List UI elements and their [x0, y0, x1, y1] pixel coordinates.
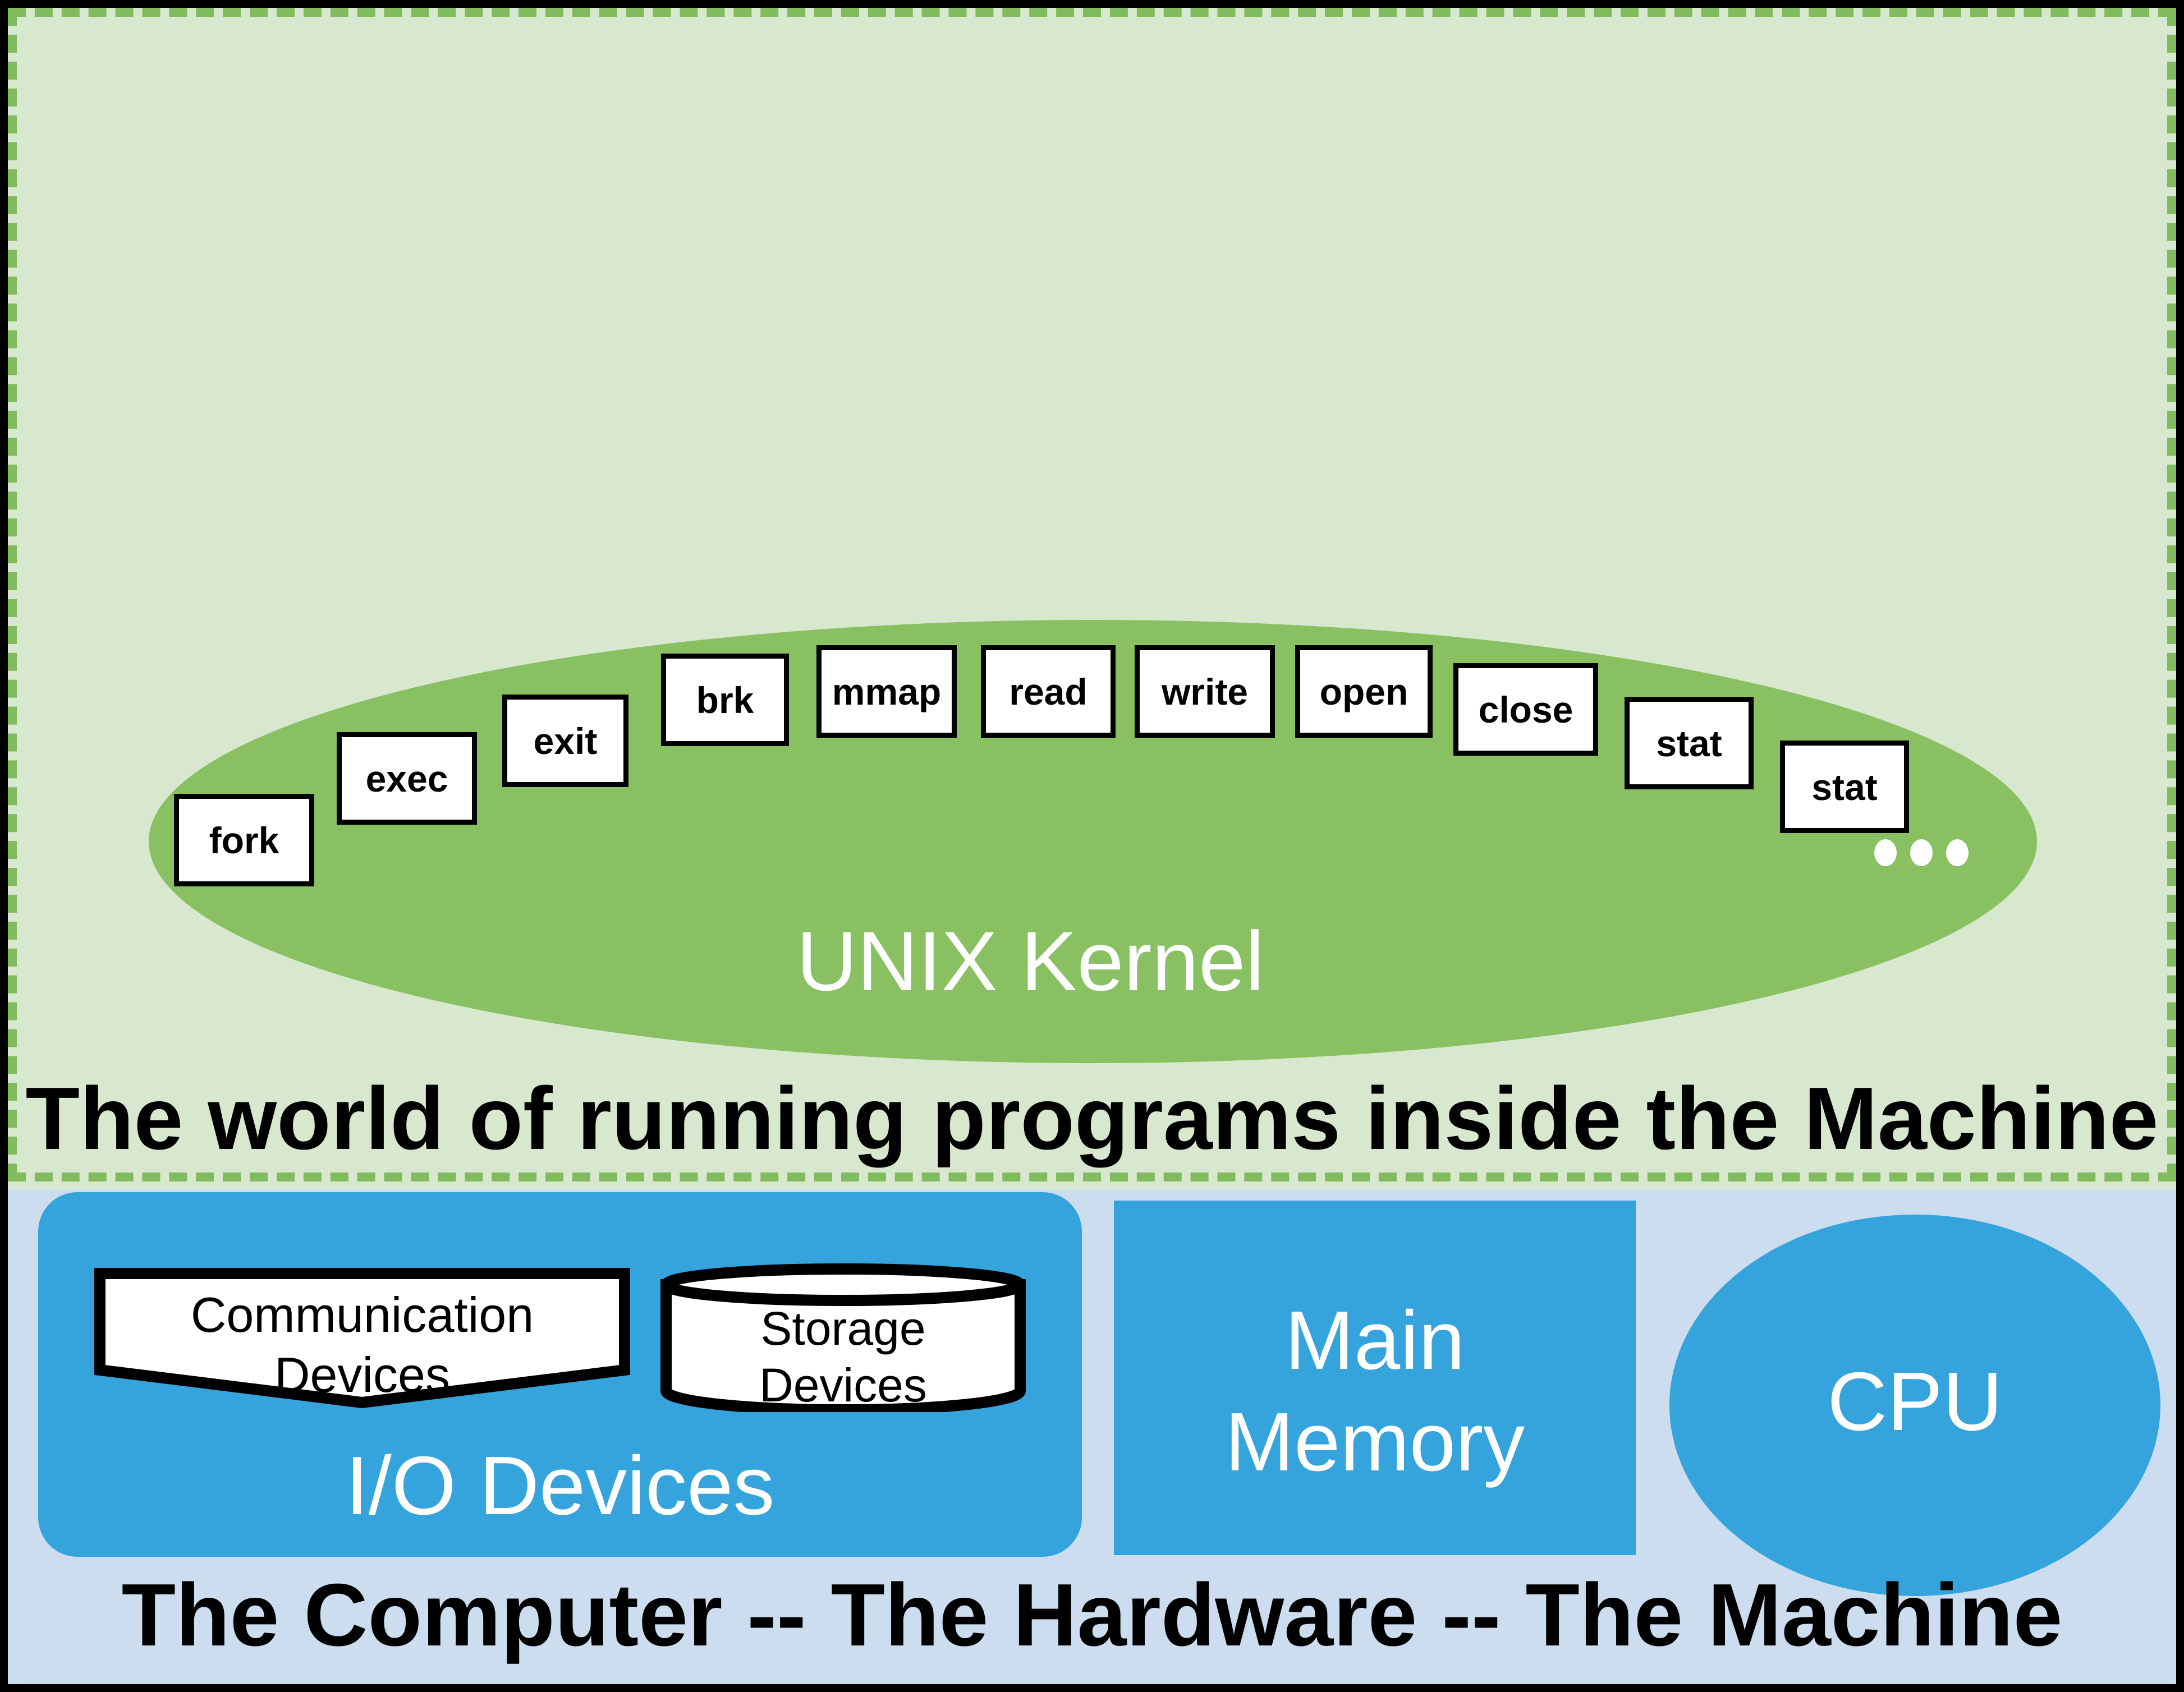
communication-devices-label-line2: Devices	[274, 1347, 450, 1403]
main-memory-label-line1: Main	[1284, 1294, 1465, 1387]
syscall-box-fork: fork	[174, 794, 314, 886]
main-memory-label-line2: Memory	[1224, 1395, 1525, 1488]
main-memory-label: Main Memory	[1114, 1290, 1636, 1493]
storage-devices-label-line1: Storage	[760, 1302, 926, 1355]
syscall-box-write: write	[1135, 645, 1275, 738]
communication-devices-label: Communication Devices	[94, 1285, 630, 1405]
syscall-box-stat: stat	[1625, 697, 1754, 789]
syscall-box-stat: stat	[1780, 741, 1909, 833]
io-devices-label: I/O Devices	[345, 1440, 775, 1532]
ellipsis-dots-icon	[1874, 836, 1986, 870]
storage-devices-label-line2: Devices	[759, 1358, 927, 1411]
cpu-label: CPU	[1827, 1355, 2003, 1448]
hardware-region-caption: The Computer -- The Hardware -- The Mach…	[121, 1566, 2063, 1665]
syscall-box-close: close	[1453, 663, 1598, 756]
syscall-box-read: read	[981, 645, 1116, 738]
syscall-box-exit: exit	[502, 695, 628, 787]
syscall-box-mmap: mmap	[816, 645, 957, 738]
software-region-caption: The world of running programs inside the…	[25, 1069, 2159, 1168]
diagram-root: UNIX Kernel fork exec exit brk mmap read write…	[0, 0, 2184, 1692]
software-region	[0, 0, 2184, 1189]
communication-devices-label-line1: Communication	[190, 1287, 534, 1342]
syscall-box-open: open	[1295, 645, 1433, 738]
storage-devices-label: Storage Devices	[659, 1300, 1027, 1414]
syscall-box-brk: brk	[661, 654, 789, 746]
syscall-box-exec: exec	[337, 732, 477, 825]
unix-kernel-label: UNIX Kernel	[796, 914, 1264, 1008]
